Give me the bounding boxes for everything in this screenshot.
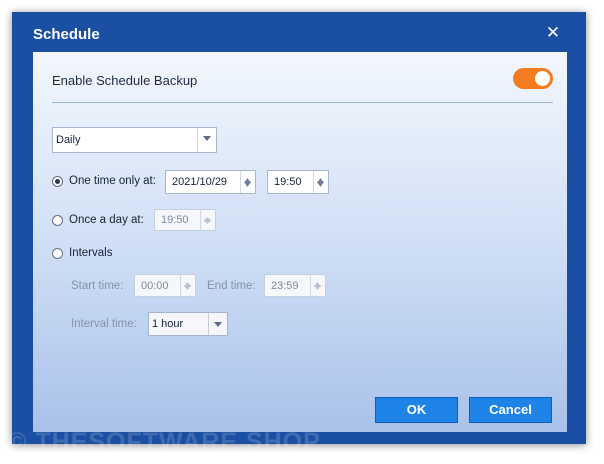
- one-time-radio[interactable]: [52, 176, 63, 187]
- schedule-dialog: Schedule ✕ Enable Schedule Backup Daily …: [12, 12, 586, 444]
- one-time-date-spinner[interactable]: [240, 171, 255, 193]
- chevron-down-icon: [214, 322, 222, 327]
- chevron-down-icon: [203, 136, 211, 141]
- spin-down-icon[interactable]: [244, 178, 251, 190]
- start-time-field[interactable]: 00:00: [134, 274, 196, 297]
- close-icon[interactable]: ✕: [542, 22, 564, 44]
- enable-schedule-label: Enable Schedule Backup: [52, 73, 198, 88]
- dialog-title: Schedule: [33, 26, 100, 43]
- interval-dropdown-arrow[interactable]: [208, 313, 227, 335]
- end-time-field[interactable]: 23:59: [264, 274, 326, 297]
- end-time-value: 23:59: [271, 280, 299, 292]
- title-bar: Schedule ✕: [12, 12, 586, 52]
- once-a-day-label: Once a day at:: [69, 214, 144, 226]
- cancel-button[interactable]: Cancel: [469, 397, 552, 423]
- start-time-spinner[interactable]: [180, 275, 195, 296]
- interval-time-dropdown[interactable]: 1 hour: [148, 312, 228, 336]
- spin-down-icon[interactable]: [314, 281, 321, 293]
- intervals-label: Intervals: [69, 247, 113, 259]
- frequency-dropdown-arrow[interactable]: [197, 128, 216, 152]
- end-time-spinner[interactable]: [310, 275, 325, 296]
- toggle-knob: [535, 71, 550, 86]
- one-time-time-value: 19:50: [274, 176, 302, 188]
- watermark: © THESOFTWARE.SHOP: [8, 428, 321, 456]
- ok-button[interactable]: OK: [375, 397, 458, 423]
- once-a-day-time-spinner[interactable]: [200, 210, 215, 230]
- start-time-value: 00:00: [141, 280, 169, 292]
- once-a-day-time-field[interactable]: 19:50: [154, 209, 216, 231]
- dialog-content: Enable Schedule Backup Daily One time on…: [33, 52, 567, 432]
- spin-down-icon[interactable]: [317, 178, 324, 190]
- spin-down-icon[interactable]: [204, 215, 211, 227]
- end-time-label: End time:: [207, 280, 256, 292]
- frequency-dropdown[interactable]: Daily: [52, 127, 217, 153]
- interval-time-label: Interval time:: [71, 318, 137, 330]
- one-time-label: One time only at:: [69, 175, 156, 187]
- once-a-day-radio[interactable]: [52, 215, 63, 226]
- intervals-radio[interactable]: [52, 248, 63, 259]
- one-time-time-field[interactable]: 19:50: [267, 170, 329, 194]
- enable-schedule-toggle[interactable]: [513, 68, 553, 89]
- one-time-date-field[interactable]: 2021/10/29: [165, 170, 256, 194]
- interval-time-value: 1 hour: [152, 318, 184, 330]
- spin-down-icon[interactable]: [184, 281, 191, 293]
- one-time-time-spinner[interactable]: [313, 171, 328, 193]
- frequency-value: Daily: [56, 134, 81, 146]
- one-time-date-value: 2021/10/29: [172, 176, 228, 188]
- once-a-day-time-value: 19:50: [161, 214, 189, 226]
- divider: [52, 102, 553, 103]
- start-time-label: Start time:: [71, 280, 124, 292]
